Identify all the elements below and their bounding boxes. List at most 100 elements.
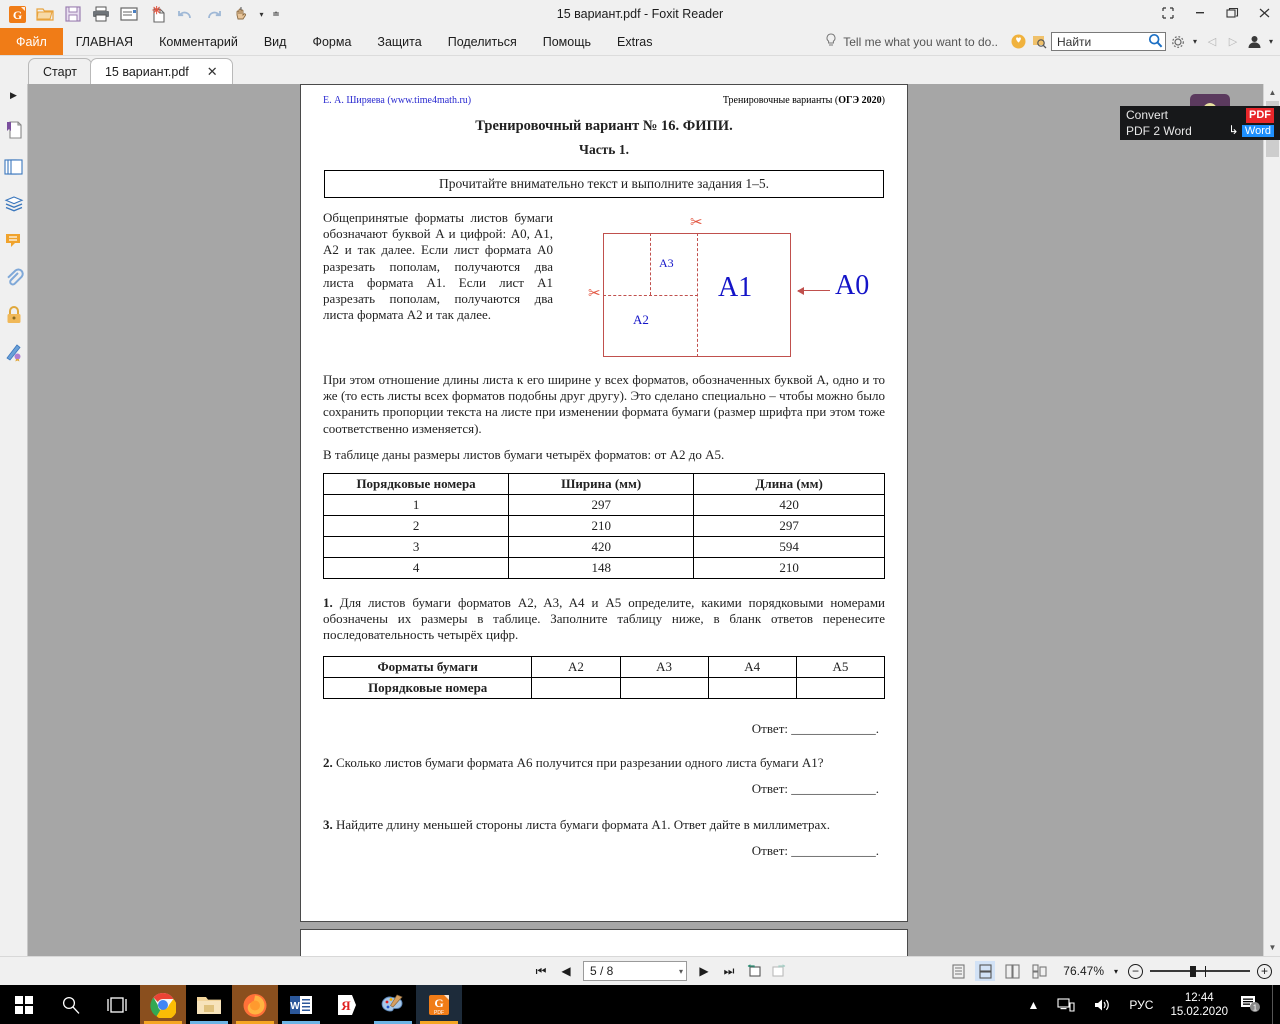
layers-icon[interactable]: [2, 192, 26, 216]
open-file-icon[interactable]: [32, 2, 58, 26]
facing-page-view-icon[interactable]: [1002, 961, 1022, 981]
security-icon[interactable]: [2, 303, 26, 327]
search-icon[interactable]: [48, 985, 94, 1024]
answer-cell-a5[interactable]: [795, 676, 886, 699]
zoom-slider[interactable]: [1150, 964, 1250, 978]
paper-format-figure: A3 A2 A1 A0 ✂ ✂: [563, 210, 885, 370]
page-thumbnails-icon[interactable]: [2, 155, 26, 179]
scroll-down-icon[interactable]: ▼: [1264, 939, 1280, 956]
search-text-icon[interactable]: [1030, 32, 1048, 52]
account-avatar-icon[interactable]: [1245, 32, 1263, 52]
scroll-up-icon[interactable]: ▲: [1264, 84, 1280, 101]
answer-fill-table[interactable]: Форматы бумаги A2 A3 A4 A5 Порядковые но…: [322, 655, 886, 699]
save-icon[interactable]: [60, 2, 86, 26]
windows-start-icon[interactable]: [0, 985, 48, 1024]
document-viewport[interactable]: Е. А. Ширяева (www.time4math.ru) Трениро…: [28, 84, 1180, 956]
menu-share[interactable]: Поделиться: [435, 28, 530, 55]
notifications-icon[interactable]: 1: [1236, 993, 1272, 1016]
volume-icon[interactable]: [1084, 997, 1120, 1013]
tab-start[interactable]: Старт: [28, 58, 92, 84]
previous-page-button[interactable]: ◀: [558, 964, 574, 978]
foxit-reader-taskbar-icon[interactable]: G PDF: [416, 985, 462, 1024]
close-button[interactable]: [1248, 0, 1280, 26]
signatures-icon[interactable]: [2, 340, 26, 364]
convert-ad-line1: Convert: [1126, 108, 1169, 122]
tell-me-box[interactable]: Tell me what you want to do..: [825, 33, 1006, 50]
restore-down-icon[interactable]: [1152, 0, 1184, 26]
facing-cover-view-icon[interactable]: [1029, 961, 1049, 981]
new-from-file-icon[interactable]: ✳: [144, 2, 170, 26]
tab-close-icon[interactable]: ✕: [207, 64, 218, 80]
menu-home[interactable]: ГЛАВНАЯ: [63, 28, 146, 55]
menu-file[interactable]: Файл: [0, 28, 63, 55]
expand-panel-icon[interactable]: ▶: [10, 90, 17, 101]
answer-cell-a2[interactable]: [531, 676, 621, 699]
show-hidden-icons-button[interactable]: ▲: [1019, 998, 1049, 1012]
undo-icon[interactable]: [172, 2, 198, 26]
menu-view[interactable]: Вид: [251, 28, 300, 55]
file-explorer-taskbar-icon[interactable]: [186, 985, 232, 1024]
hand-tool-icon[interactable]: [228, 2, 254, 26]
zoom-in-button[interactable]: +: [1257, 963, 1272, 979]
figure-horizontal-cut-line: [603, 295, 698, 296]
menu-help[interactable]: Помощь: [530, 28, 604, 55]
customize-toolbar-icon[interactable]: ≐: [269, 2, 283, 26]
first-page-button[interactable]: ⏮: [533, 964, 549, 979]
bookmarks-icon[interactable]: [2, 118, 26, 142]
convert-pdf-ad[interactable]: Convert PDF PDF 2 Word ↳ Word: [1120, 106, 1280, 140]
comments-icon[interactable]: [2, 229, 26, 253]
exam-label-plain: Тренировочные варианты (: [722, 95, 839, 106]
back-nav-icon[interactable]: ◁: [1203, 32, 1221, 52]
col-header-width: Ширина (мм): [508, 473, 695, 496]
single-page-view-icon[interactable]: [948, 961, 968, 981]
zoom-dropdown-icon[interactable]: ▾: [1111, 967, 1121, 976]
language-indicator[interactable]: РУС: [1120, 998, 1162, 1012]
forward-nav-icon[interactable]: ▷: [1224, 32, 1242, 52]
attachments-icon[interactable]: [2, 266, 26, 290]
paint-taskbar-icon[interactable]: [370, 985, 416, 1024]
show-desktop-button[interactable]: [1272, 985, 1280, 1024]
zoom-out-button[interactable]: −: [1128, 963, 1143, 979]
previous-view-icon[interactable]: [746, 963, 762, 980]
menu-protect[interactable]: Защита: [364, 28, 434, 55]
foxit-logo-icon[interactable]: G: [4, 2, 30, 26]
menu-comment[interactable]: Комментарий: [146, 28, 251, 55]
zoom-slider-knob[interactable]: [1190, 965, 1196, 977]
cell-order: 4: [322, 557, 510, 580]
next-view-icon[interactable]: [771, 963, 787, 980]
network-icon[interactable]: [1048, 997, 1084, 1013]
task-view-icon[interactable]: [94, 985, 140, 1024]
continuous-view-icon[interactable]: [975, 961, 995, 981]
next-page-button[interactable]: ▶: [696, 964, 712, 978]
yandex-browser-taskbar-icon[interactable]: Я: [324, 985, 370, 1024]
redo-icon[interactable]: [200, 2, 226, 26]
answer-cell-a3[interactable]: [619, 676, 709, 699]
answer-cell-a4[interactable]: [707, 676, 797, 699]
answer-line-3: Ответ: _____________.: [323, 843, 885, 859]
clock[interactable]: 12:44 15.02.2020: [1162, 991, 1236, 1019]
settings-dropdown-icon[interactable]: ▾: [1190, 32, 1200, 52]
maximize-button[interactable]: [1216, 0, 1248, 26]
hand-tool-dropdown-icon[interactable]: ▾: [256, 2, 267, 26]
menu-form[interactable]: Форма: [299, 28, 364, 55]
vertical-scrollbar[interactable]: ▲ ▼: [1263, 84, 1280, 956]
email-icon[interactable]: [116, 2, 142, 26]
word-taskbar-icon[interactable]: W: [278, 985, 324, 1024]
menu-extras[interactable]: Extras: [604, 28, 665, 55]
chrome-taskbar-icon[interactable]: [140, 985, 186, 1024]
firefox-taskbar-icon[interactable]: [232, 985, 278, 1024]
search-input[interactable]: Найти: [1051, 32, 1166, 51]
favorites-icon[interactable]: [1009, 32, 1027, 52]
tab-document[interactable]: 15 вариант.pdf ✕: [89, 58, 233, 84]
document-running-head: Е. А. Ширяева (www.time4math.ru) Трениро…: [323, 95, 885, 106]
search-icon[interactable]: [1148, 33, 1163, 51]
print-icon[interactable]: [88, 2, 114, 26]
page-number-input[interactable]: 5 / 8 ▾: [583, 961, 687, 981]
chevron-down-icon[interactable]: ▾: [679, 967, 683, 976]
settings-gear-icon[interactable]: [1169, 32, 1187, 52]
account-dropdown-icon[interactable]: ▾: [1266, 32, 1276, 52]
tell-me-label: Tell me what you want to do..: [843, 34, 998, 49]
last-page-button[interactable]: ⏭: [721, 964, 737, 979]
window-controls: [1152, 0, 1280, 26]
minimize-button[interactable]: [1184, 0, 1216, 26]
